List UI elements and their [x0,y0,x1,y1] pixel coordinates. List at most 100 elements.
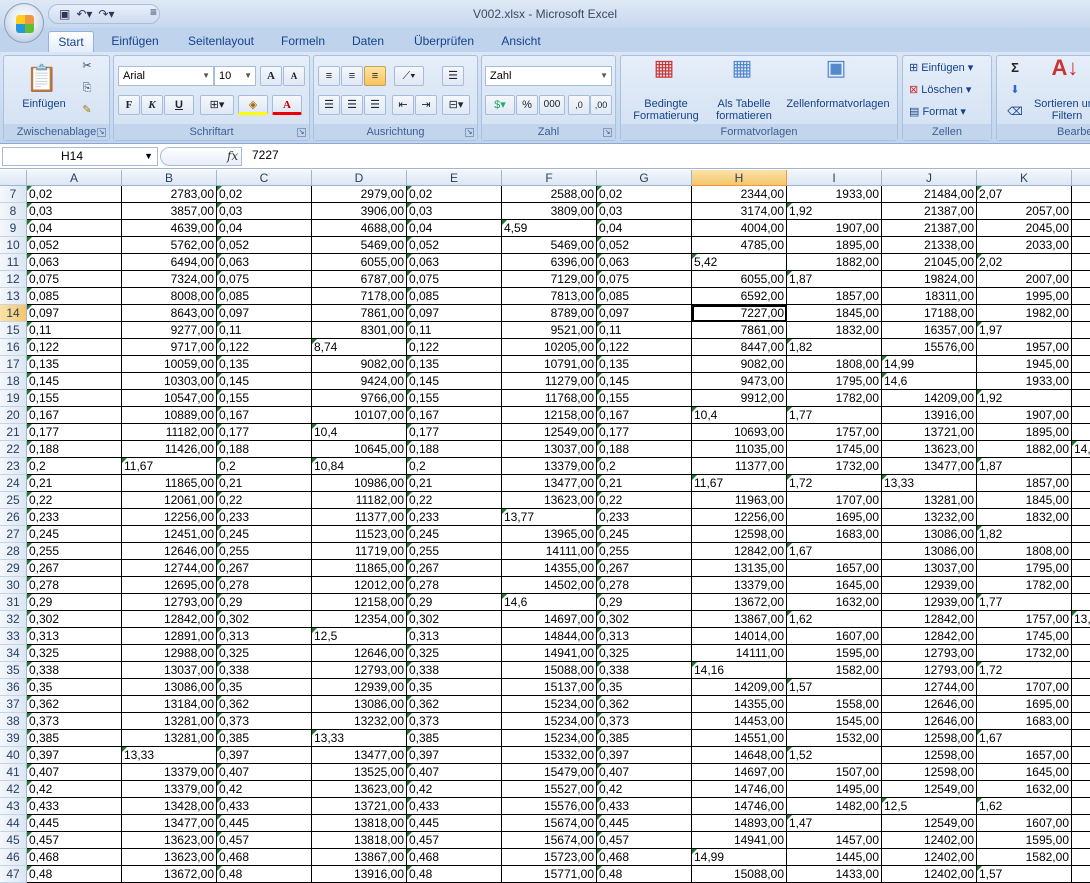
cell-L36[interactable] [1072,679,1090,696]
cell-C24[interactable]: 0,21 [217,475,312,492]
cell-B29[interactable]: 12744,00 [122,560,217,577]
cell-F13[interactable]: 7813,00 [502,288,597,305]
cell-F22[interactable]: 13037,00 [502,441,597,458]
cell-D29[interactable]: 11865,00 [312,560,407,577]
cell-B40[interactable]: 13,33 [122,747,217,764]
cell-A32[interactable]: 0,302 [27,611,122,628]
cell-B45[interactable]: 13623,00 [122,832,217,849]
cell-G31[interactable]: 0,29 [597,594,692,611]
format-cells-button[interactable]: ▤ Format ▾ [909,106,989,118]
cell-H23[interactable]: 11377,00 [692,458,787,475]
cell-D23[interactable]: 10,84 [312,458,407,475]
column-header-B[interactable]: B [122,170,217,186]
cell-A13[interactable]: 0,085 [27,288,122,305]
decrease-decimal-button[interactable]: ,00 [590,95,612,115]
cell-K18[interactable]: 1933,00 [977,373,1072,390]
cell-G22[interactable]: 0,188 [597,441,692,458]
cell-G20[interactable]: 0,167 [597,407,692,424]
cell-K13[interactable]: 1995,00 [977,288,1072,305]
cell-K47[interactable]: 1,57 [977,866,1072,883]
cell-C19[interactable]: 0,155 [217,390,312,407]
cell-I31[interactable]: 1632,00 [787,594,882,611]
cell-I12[interactable]: 1,87 [787,271,882,288]
cell-D19[interactable]: 9766,00 [312,390,407,407]
cell-A24[interactable]: 0,21 [27,475,122,492]
cell-E20[interactable]: 0,167 [407,407,502,424]
font-name-select[interactable]: Arial ▼ [118,66,214,86]
cell-D36[interactable]: 12939,00 [312,679,407,696]
cell-J33[interactable]: 12842,00 [882,628,977,645]
cell-G43[interactable]: 0,433 [597,798,692,815]
column-header-H[interactable]: H [692,170,787,186]
cell-I17[interactable]: 1808,00 [787,356,882,373]
cell-J28[interactable]: 13086,00 [882,543,977,560]
cell-G13[interactable]: 0,085 [597,288,692,305]
cell-F35[interactable]: 15088,00 [502,662,597,679]
borders-button[interactable]: ⊞▾ [200,95,234,115]
paste-button[interactable]: Einfügen [14,98,74,110]
cell-I39[interactable]: 1532,00 [787,730,882,747]
cell-C12[interactable]: 0,075 [217,271,312,288]
cell-B10[interactable]: 5762,00 [122,237,217,254]
cell-H11[interactable]: 5,42 [692,254,787,271]
cell-L7[interactable] [1072,186,1090,203]
cell-K20[interactable]: 1907,00 [977,407,1072,424]
cell-H20[interactable]: 10,4 [692,407,787,424]
cell-G29[interactable]: 0,267 [597,560,692,577]
cell-B13[interactable]: 8008,00 [122,288,217,305]
cell-C42[interactable]: 0,42 [217,781,312,798]
cell-H41[interactable]: 14697,00 [692,764,787,781]
cell-G24[interactable]: 0,21 [597,475,692,492]
tab-daten[interactable]: Daten [344,31,392,52]
cell-E24[interactable]: 0,21 [407,475,502,492]
cell-K42[interactable]: 1632,00 [977,781,1072,798]
cell-D13[interactable]: 7178,00 [312,288,407,305]
cell-I43[interactable]: 1482,00 [787,798,882,815]
row-header[interactable]: 19 [0,390,27,407]
align-center-button[interactable]: ☰ [341,95,363,115]
cell-E19[interactable]: 0,155 [407,390,502,407]
cell-I37[interactable]: 1558,00 [787,696,882,713]
cell-B14[interactable]: 8643,00 [122,305,217,322]
cell-K12[interactable]: 2007,00 [977,271,1072,288]
cell-G11[interactable]: 0,063 [597,254,692,271]
cell-A22[interactable]: 0,188 [27,441,122,458]
cell-D41[interactable]: 13525,00 [312,764,407,781]
cell-A43[interactable]: 0,433 [27,798,122,815]
cell-L19[interactable] [1072,390,1090,407]
cell-C31[interactable]: 0,29 [217,594,312,611]
cell-L17[interactable] [1072,356,1090,373]
format-as-table-button[interactable]: Als Tabelle formatieren [709,98,779,122]
cell-K31[interactable]: 1,77 [977,594,1072,611]
cell-E30[interactable]: 0,278 [407,577,502,594]
cell-K30[interactable]: 1782,00 [977,577,1072,594]
cell-J19[interactable]: 14209,00 [882,390,977,407]
tab-einfuegen[interactable]: Einfügen [104,31,166,52]
cell-G39[interactable]: 0,385 [597,730,692,747]
cell-G26[interactable]: 0,233 [597,509,692,526]
cell-K25[interactable]: 1845,00 [977,492,1072,509]
cell-D16[interactable]: 8,74 [312,339,407,356]
cell-G41[interactable]: 0,407 [597,764,692,781]
cell-B36[interactable]: 13086,00 [122,679,217,696]
cell-A28[interactable]: 0,255 [27,543,122,560]
column-header-K[interactable]: K [977,170,1072,186]
row-header[interactable]: 34 [0,645,27,662]
percent-button[interactable]: % [516,95,538,115]
cell-I11[interactable]: 1882,00 [787,254,882,271]
cell-K26[interactable]: 1832,00 [977,509,1072,526]
cell-G17[interactable]: 0,135 [597,356,692,373]
cell-F29[interactable]: 14355,00 [502,560,597,577]
cell-J7[interactable]: 21484,00 [882,186,977,203]
cell-C38[interactable]: 0,373 [217,713,312,730]
cell-D22[interactable]: 10645,00 [312,441,407,458]
cell-E38[interactable]: 0,373 [407,713,502,730]
cell-G10[interactable]: 0,052 [597,237,692,254]
cell-C41[interactable]: 0,407 [217,764,312,781]
cell-C27[interactable]: 0,245 [217,526,312,543]
cell-G32[interactable]: 0,302 [597,611,692,628]
cell-B42[interactable]: 13379,00 [122,781,217,798]
cell-G28[interactable]: 0,255 [597,543,692,560]
cell-B34[interactable]: 12988,00 [122,645,217,662]
cell-D47[interactable]: 13916,00 [312,866,407,883]
